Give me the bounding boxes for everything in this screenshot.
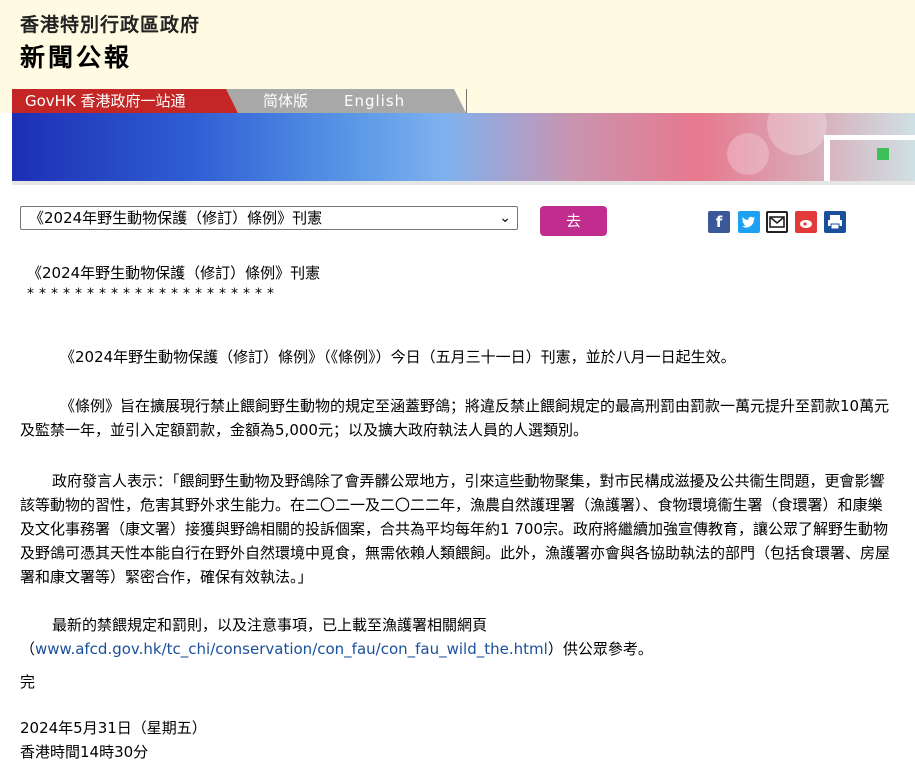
facebook-icon[interactable]: f: [708, 211, 730, 233]
chevron-down-icon: ⌄: [499, 210, 511, 226]
language-tab-bar: GovHK 香港政府一站通 简体版 English: [12, 89, 467, 113]
article-paragraph: 《條例》旨在擴展現行禁止餵飼野生動物的規定至涵蓋野鴿；將違反禁止餵飼規定的最高刑…: [20, 397, 890, 439]
afcd-link[interactable]: www.afcd.gov.hk/tc_chi/conservation/con_…: [35, 640, 548, 658]
banner-circle: [767, 113, 827, 155]
simplified-chinese-link[interactable]: 简体版: [263, 89, 308, 113]
article-paragraph: 《2024年野生動物保護（修訂）條例》（《條例》）今日（五月三十一日）刊憲，並於…: [60, 348, 736, 366]
banner-square: [877, 148, 889, 160]
news-select-value: 《2024年野生動物保護（修訂）條例》刊憲: [29, 209, 323, 227]
press-release-title: 新聞公報: [20, 43, 133, 72]
govhk-link[interactable]: GovHK 香港政府一站通: [12, 89, 238, 113]
news-select[interactable]: 《2024年野生動物保護（修訂）條例》刊憲 ⌄: [20, 206, 518, 230]
article-title: 《2024年野生動物保護（修訂）條例》刊憲: [27, 264, 321, 282]
go-button[interactable]: 去: [540, 206, 607, 236]
release-time-text: 香港時間14時30分: [20, 743, 149, 761]
paragraph-text: ）供公眾參考。: [547, 640, 653, 658]
title-stars: *********************: [27, 286, 279, 302]
article-paragraph: 最新的禁餵規定和罰則，以及注意事項，已上載至漁護署相關網頁（www.afcd.g…: [20, 613, 895, 661]
banner-stripe: [824, 135, 830, 181]
article-paragraph: 政府發言人表示：「餵飼野生動物及野鴿除了會弄髒公眾地方，引來這些動物聚集，對市民…: [20, 472, 891, 586]
release-date: 2024年5月31日（星期五） 香港時間14時30分: [20, 716, 207, 764]
banner-stripe: [824, 135, 915, 140]
page-header: 香港特別行政區政府 新聞公報 GovHK 香港政府一站通 简体版 English: [0, 0, 915, 113]
end-marker: 完: [20, 673, 36, 691]
twitter-icon[interactable]: [738, 211, 760, 233]
header-banner: [12, 113, 915, 181]
english-link[interactable]: English: [344, 89, 405, 113]
weibo-icon[interactable]: [795, 211, 817, 233]
release-date-text: 2024年5月31日（星期五）: [20, 719, 207, 737]
email-icon[interactable]: [766, 211, 788, 233]
banner-circle: [727, 133, 769, 175]
government-name: 香港特別行政區政府: [20, 14, 201, 36]
print-icon[interactable]: [824, 211, 846, 233]
banner-divider: [12, 181, 915, 185]
